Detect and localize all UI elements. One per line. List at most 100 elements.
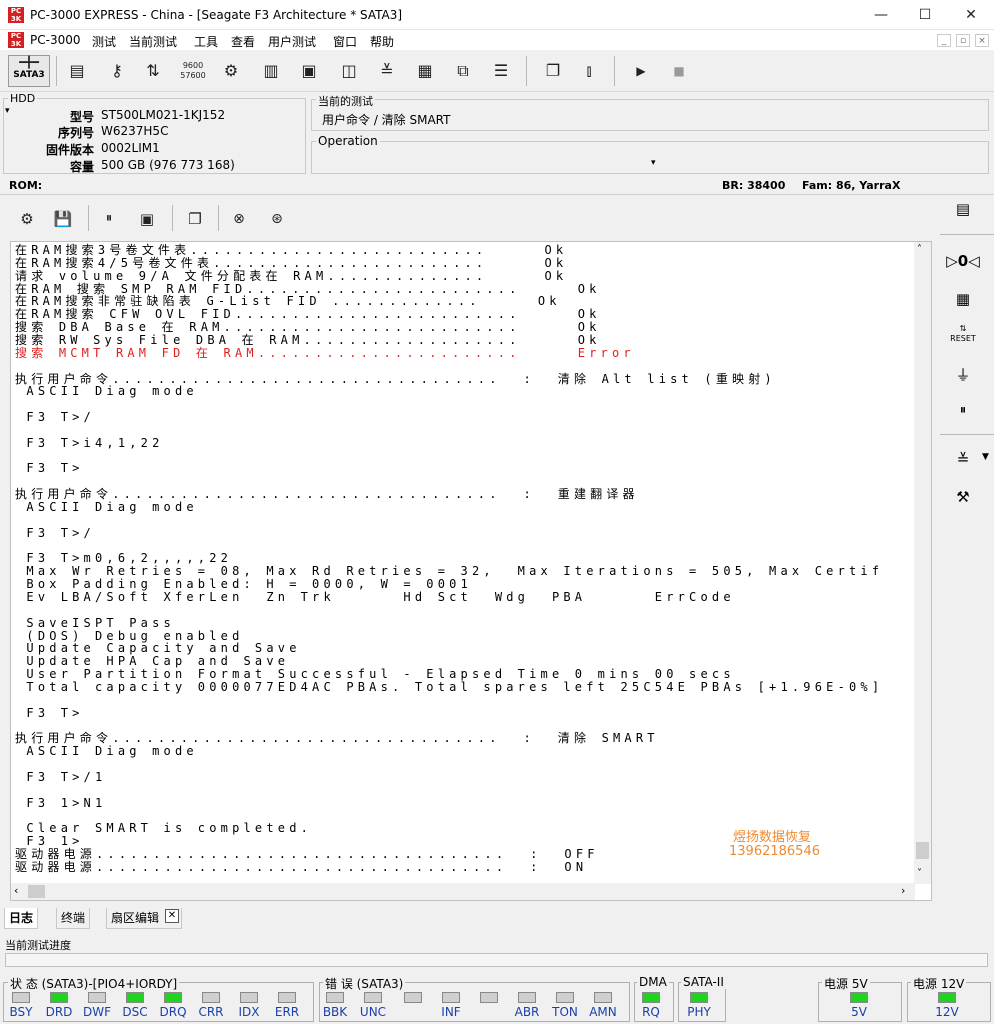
capacity-label: 容量	[69, 160, 94, 174]
sata-group-label: SATA-II	[681, 975, 726, 989]
status-led	[480, 992, 498, 1003]
mdi-minimize-icon[interactable]: _	[937, 34, 951, 47]
menu-window[interactable]: 窗口	[333, 33, 357, 50]
module-icon[interactable]: ▣	[296, 57, 322, 85]
find-next-binoculars-icon[interactable]: ⊛	[264, 205, 290, 233]
mdi-close-icon[interactable]: ×	[975, 34, 989, 47]
mdi-app-icon[interactable]: PC 3K	[8, 32, 24, 48]
minimize-button[interactable]: —	[858, 0, 904, 30]
toolbar-separator	[218, 205, 219, 231]
log-line: 在RAM搜索4/5号卷文件表........................ O…	[15, 255, 568, 270]
copy-windows-icon[interactable]: ❐	[540, 57, 566, 85]
firmware-label: 固件版本	[45, 143, 94, 157]
step-icon[interactable]: ⫾	[576, 57, 602, 85]
save-disk-icon[interactable]: 💾	[50, 205, 76, 233]
passport-icon[interactable]: ▤	[946, 196, 980, 222]
transfer-icon[interactable]: ⇅	[140, 57, 166, 85]
maximize-button[interactable]: ☐	[902, 0, 948, 30]
log-view[interactable]: 在RAM搜索3号卷文件表.......................... O…	[10, 241, 932, 901]
find-binoculars-icon[interactable]: ⊗	[226, 205, 252, 233]
close-tab-icon[interactable]: ✕	[165, 909, 179, 923]
log-line: Total capacity 0000077ED4AC PBAs. Total …	[15, 679, 884, 694]
scroll-left-icon[interactable]: ‹	[14, 884, 18, 897]
progress-bar	[5, 953, 988, 967]
list-icon[interactable]: ☰	[488, 57, 514, 85]
status-led-label: DWF	[82, 1005, 111, 1019]
log-horizontal-scrollbar[interactable]: ‹ ›	[11, 883, 915, 900]
pause-icon[interactable]: ⏸	[96, 205, 122, 233]
hdd-legend: HDD	[8, 92, 38, 105]
passport-icon[interactable]: ▤	[64, 57, 90, 85]
key-icon[interactable]: ⚷	[104, 57, 130, 85]
log-line: 搜索 MCMT RAM FD 在 RAM....................…	[15, 345, 635, 360]
scroll-right-icon[interactable]: ›	[901, 884, 905, 897]
heads-dropdown-icon[interactable]: ▼	[982, 452, 989, 462]
log-line: SaveISPT Pass	[15, 615, 175, 630]
reset-icon[interactable]: ⇅ RESET	[946, 324, 980, 350]
menu-user-test[interactable]: 用户测试	[268, 33, 316, 50]
operation-dropdown-icon[interactable]: ▾	[651, 158, 656, 168]
settings-gear-icon[interactable]: ⚙	[14, 205, 40, 233]
log-line: F3 T>	[15, 461, 84, 476]
tab-log[interactable]: 日志	[4, 908, 39, 929]
status-led	[126, 992, 144, 1003]
scroll-up-icon[interactable]: ˄	[917, 244, 922, 255]
watermark-phone: 13962186546	[729, 844, 820, 859]
board-icon[interactable]: ▦	[946, 286, 980, 312]
menu-pc3000[interactable]: PC-3000	[30, 33, 80, 47]
chip-icon[interactable]: ▥	[258, 57, 284, 85]
grid-icon[interactable]: ▦	[412, 57, 438, 85]
toolbar-separator	[614, 56, 615, 86]
gears-icon[interactable]: ⚙	[218, 57, 244, 85]
hscroll-thumb[interactable]	[28, 885, 45, 898]
tools-icon[interactable]: ⚒	[946, 484, 980, 510]
status-led-label: INF	[441, 1005, 461, 1019]
progress-label: 当前测试进度	[5, 939, 71, 952]
firmware-value: 0002LIM1	[101, 141, 160, 155]
log-line: F3 T>i4,1,22	[15, 435, 164, 450]
log-line: 驱动器电源...................................…	[15, 859, 588, 874]
sata3-button[interactable]: ━╋━ SATA3	[8, 55, 50, 87]
power-zero-icon[interactable]: ▷0◁	[946, 248, 980, 274]
stop-icon[interactable]: ■	[666, 57, 692, 85]
save-close-icon[interactable]: ▣	[134, 205, 160, 233]
status-led	[938, 992, 956, 1003]
status-led-label: ERR	[274, 1005, 300, 1019]
log-vertical-scrollbar[interactable]: ˄ ˅	[914, 242, 931, 884]
status-led-label: AMN	[589, 1005, 617, 1019]
status-led	[202, 992, 220, 1003]
status-led-label: TON	[552, 1005, 578, 1019]
disk-icon[interactable]: ◫	[336, 57, 362, 85]
status-led	[850, 992, 868, 1003]
current-test-legend: 当前的测试	[316, 93, 375, 109]
menu-test[interactable]: 测试	[92, 33, 116, 50]
baud-rate-icon[interactable]: 9600 57600	[180, 57, 206, 85]
pause-icon[interactable]: ⏸	[946, 398, 980, 424]
heads-map-icon[interactable]: ≚	[946, 446, 980, 472]
tab-terminal[interactable]: 终端	[56, 908, 91, 929]
status-led-label: BSY	[9, 1005, 33, 1019]
status-led	[594, 992, 612, 1003]
baud-rate-label: BR: 38400	[722, 179, 786, 192]
error-group-label: 错 误 (SATA3)	[323, 975, 406, 992]
scroll-thumb[interactable]	[916, 842, 929, 859]
menu-current-test[interactable]: 当前测试	[129, 33, 177, 50]
menu-help[interactable]: 帮助	[370, 33, 394, 50]
scroll-down-icon[interactable]: ˅	[917, 868, 922, 879]
play-icon[interactable]: ▶	[628, 57, 654, 85]
status-led	[326, 992, 344, 1003]
copy-icon[interactable]: ❐	[182, 205, 208, 233]
log-line: F3 T>	[15, 705, 84, 720]
log-line: ASCII Diag mode	[15, 384, 198, 399]
menu-view[interactable]: 查看	[231, 33, 255, 50]
watermark-name: 煜扬数据恢复	[733, 830, 812, 845]
main-toolbar: ━╋━ SATA3 ▤ ⚷ ⇅ 9600 57600 ⚙ ▥ ▣ ◫ ≚ ▦ ⧉ …	[0, 50, 994, 92]
toolbar-separator	[88, 205, 89, 231]
close-button[interactable]: ✕	[948, 0, 994, 30]
network-icon[interactable]: ⧉	[450, 57, 476, 85]
port-icon: ━╋━	[19, 56, 39, 69]
menu-tools[interactable]: 工具	[194, 33, 218, 50]
heads-icon[interactable]: ≚	[374, 57, 400, 85]
mdi-restore-icon[interactable]: ▫	[956, 34, 970, 47]
power-plug-icon[interactable]: ⏚	[946, 362, 980, 388]
